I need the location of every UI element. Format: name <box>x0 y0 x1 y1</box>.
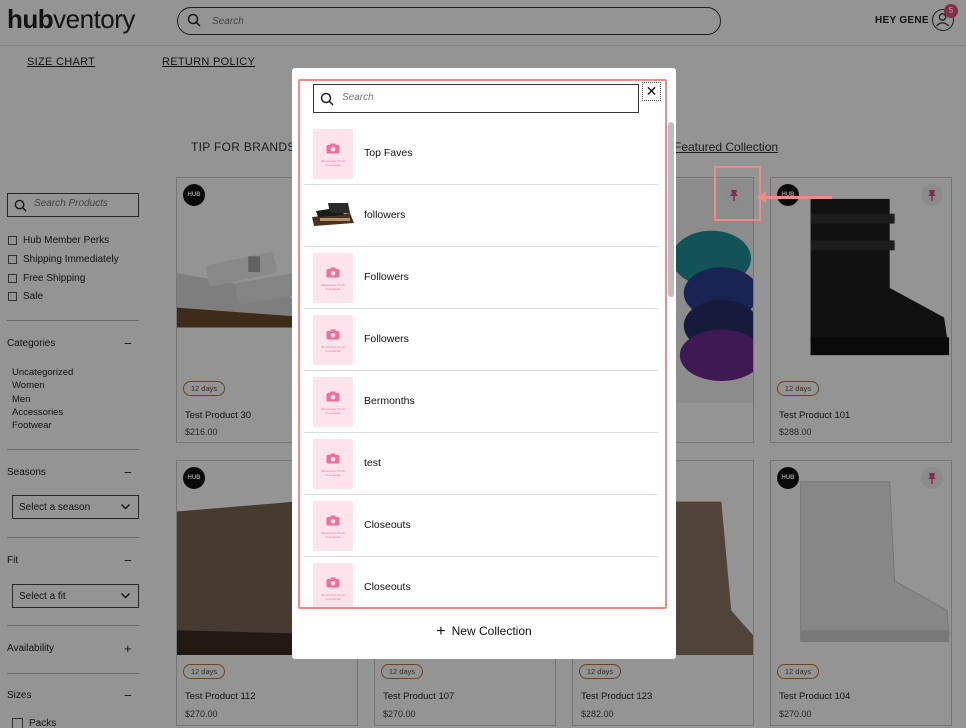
placeholder-thumbnail: Placeholder Photo Unavailable <box>313 501 353 551</box>
camera-icon <box>326 453 340 464</box>
collection-search-box[interactable] <box>313 84 639 113</box>
collection-item[interactable]: Placeholder Photo Unavailable Closeouts <box>304 557 658 607</box>
camera-icon <box>326 391 340 402</box>
placeholder-thumbnail: Placeholder Photo Unavailable <box>313 315 353 365</box>
collection-name: Followers <box>364 333 409 345</box>
new-collection-button[interactable]: + New Collection <box>292 623 676 641</box>
annotation-arrow <box>764 196 832 199</box>
plus-icon: + <box>436 623 446 640</box>
pin-button-highlight <box>714 166 761 221</box>
arrow-head-icon <box>757 191 766 203</box>
collection-name: Closeouts <box>364 519 411 531</box>
collection-name: followers <box>364 209 406 221</box>
placeholder-thumbnail: Placeholder Photo Unavailable <box>313 253 353 303</box>
collection-name: test <box>364 457 381 469</box>
search-icon <box>320 92 334 106</box>
collection-item[interactable]: Placeholder Photo Unavailable Followers <box>304 247 658 309</box>
collection-list-scrollbar[interactable] <box>668 122 674 297</box>
collection-search-input[interactable] <box>342 92 622 103</box>
camera-icon <box>326 267 340 278</box>
placeholder-thumbnail: Placeholder Photo Unavailable <box>313 439 353 489</box>
placeholder-thumbnail: Placeholder Photo Unavailable <box>313 563 353 607</box>
camera-icon <box>326 143 340 154</box>
collection-item[interactable]: followers <box>304 185 658 247</box>
collection-item[interactable]: Placeholder Photo Unavailable Closeouts <box>304 495 658 557</box>
close-modal-button[interactable]: ✕ <box>642 82 661 101</box>
placeholder-thumbnail: Placeholder Photo Unavailable <box>313 377 353 427</box>
collection-name: Top Faves <box>364 147 413 159</box>
collection-name: Bermonths <box>364 395 415 407</box>
camera-icon <box>326 329 340 340</box>
collection-list[interactable]: Placeholder Photo Unavailable Top Faves … <box>304 123 658 607</box>
placeholder-thumbnail: Placeholder Photo Unavailable <box>313 129 353 179</box>
collection-item[interactable]: Placeholder Photo Unavailable Followers <box>304 309 658 371</box>
collection-item[interactable]: Placeholder Photo Unavailable Top Faves <box>304 123 658 185</box>
collection-item[interactable]: Placeholder Photo Unavailable Bermonths <box>304 371 658 433</box>
collection-name: Followers <box>364 271 409 283</box>
sandal-thumbnail <box>312 203 354 226</box>
collection-name: Closeouts <box>364 581 411 593</box>
collection-item[interactable]: Placeholder Photo Unavailable test <box>304 433 658 495</box>
camera-icon <box>326 577 340 588</box>
camera-icon <box>326 515 340 526</box>
